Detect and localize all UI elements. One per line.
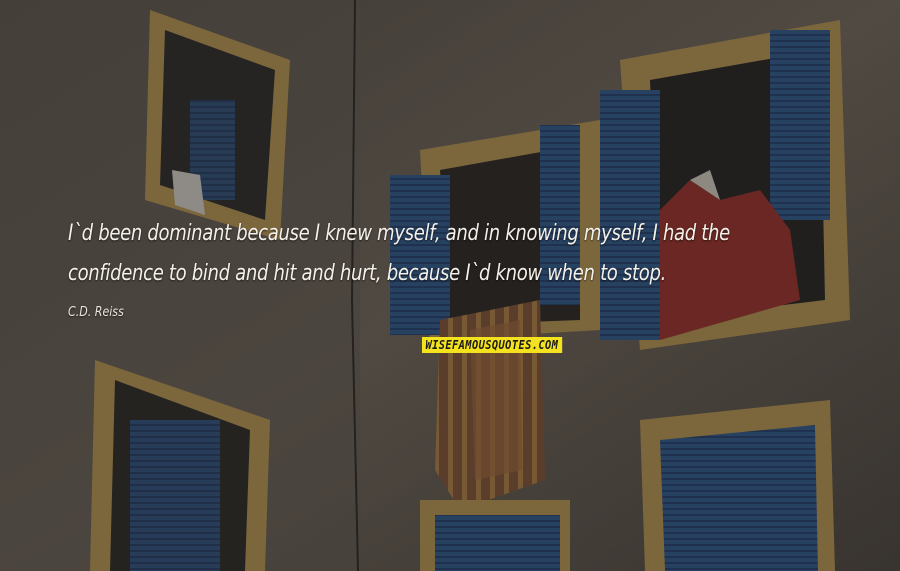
quote-image: I`d been dominant because I knew myself,…: [0, 0, 900, 571]
quote-text: I`d been dominant because I knew myself,…: [68, 214, 730, 294]
quote-line-2: confidence to bind and hit and hurt, bec…: [68, 261, 666, 286]
quote-line-1: I`d been dominant because I knew myself,…: [68, 221, 730, 246]
quote-author: C.D. Reiss: [68, 305, 124, 320]
watermark: WISEFAMOUSQUOTES.COM: [422, 337, 562, 353]
